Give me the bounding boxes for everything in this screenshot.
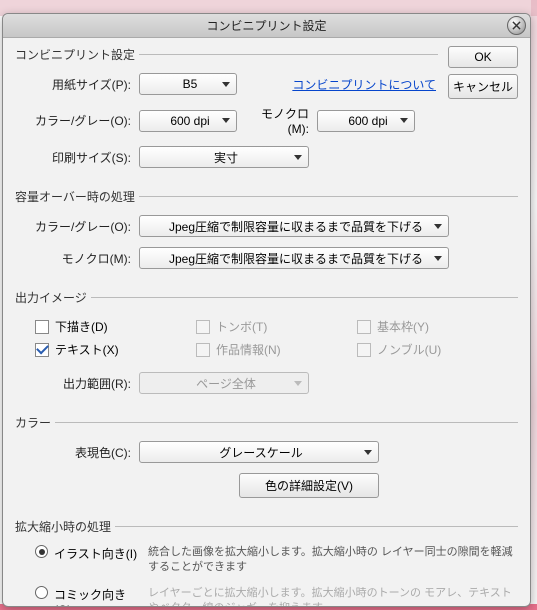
overflow-color-select[interactable]: Jpeg圧縮で制限容量に収まるまで品質を下げる xyxy=(139,215,449,237)
about-link[interactable]: コンビニプリントについて xyxy=(292,76,436,93)
draft-label: 下描き(D) xyxy=(55,318,108,335)
illust-radio[interactable] xyxy=(35,545,48,558)
chevron-down-icon xyxy=(364,450,372,455)
chevron-down-icon xyxy=(294,155,302,160)
dialog-title: コンビニプリント設定 xyxy=(206,17,326,34)
overflow-color-value: Jpeg圧縮で制限容量に収まるまで品質を下げる xyxy=(169,218,423,235)
text-checkbox[interactable] xyxy=(35,343,49,357)
illust-label: イラスト向き(I) xyxy=(48,545,140,562)
fieldset-main: コンビニプリント設定 用紙サイズ(P): B5 コンビニプリントについて カラー… xyxy=(15,46,438,178)
close-button[interactable] xyxy=(507,16,526,35)
ok-button[interactable]: OK xyxy=(448,46,518,68)
output-range-select: ページ全体 xyxy=(139,372,309,394)
legend-main: コンビニプリント設定 xyxy=(15,46,139,63)
draft-checkbox[interactable] xyxy=(35,320,49,334)
overflow-mono-label: モノクロ(M): xyxy=(15,250,139,267)
print-size-label: 印刷サイズ(S): xyxy=(15,149,139,166)
legend-color: カラー xyxy=(15,414,55,431)
paper-size-value: B5 xyxy=(183,77,198,91)
overflow-color-label: カラー/グレー(O): xyxy=(15,218,139,235)
color-gray-dpi-label: カラー/グレー(O): xyxy=(15,112,139,129)
chevron-down-icon xyxy=(222,118,230,123)
comic-label: コミック向き(O) xyxy=(48,586,140,606)
legend-output: 出力イメージ xyxy=(15,289,91,306)
mono-dpi-value: 600 dpi xyxy=(348,114,387,128)
info-label: 作品情報(N) xyxy=(216,341,281,358)
mono-dpi-label: モノクロ(M): xyxy=(257,105,317,136)
paper-size-label: 用紙サイズ(P): xyxy=(15,76,139,93)
overflow-mono-select[interactable]: Jpeg圧縮で制限容量に収まるまで品質を下げる xyxy=(139,247,449,269)
expr-color-select[interactable]: グレースケール xyxy=(139,441,379,463)
color-gray-dpi-value: 600 dpi xyxy=(170,114,209,128)
chevron-down-icon xyxy=(434,224,442,229)
illust-desc: 統合した画像を拡大縮小します。拡大縮小時の レイヤー同士の隙間を軽減することがで… xyxy=(148,545,518,576)
comic-radio[interactable] xyxy=(35,586,48,599)
fieldset-overflow: 容量オーバー時の処理 カラー/グレー(O): Jpeg圧縮で制限容量に収まるまで… xyxy=(15,188,518,279)
base-checkbox xyxy=(357,320,371,334)
legend-scale: 拡大縮小時の処理 xyxy=(15,518,115,535)
nombre-label: ノンブル(U) xyxy=(377,341,441,358)
color-detail-button[interactable]: 色の詳細設定(V) xyxy=(239,473,379,498)
expr-color-label: 表現色(C): xyxy=(15,444,139,461)
color-gray-dpi-select[interactable]: 600 dpi xyxy=(139,110,237,132)
base-label: 基本枠(Y) xyxy=(377,318,429,335)
text-label: テキスト(X) xyxy=(55,341,119,358)
fieldset-color: カラー 表現色(C): グレースケール 色の詳細設定(V) xyxy=(15,414,518,508)
overflow-mono-value: Jpeg圧縮で制限容量に収まるまで品質を下げる xyxy=(169,250,423,267)
print-size-select[interactable]: 実寸 xyxy=(139,146,309,168)
chevron-down-icon xyxy=(222,82,230,87)
mono-dpi-select[interactable]: 600 dpi xyxy=(317,110,415,132)
close-icon xyxy=(512,21,521,30)
dialog-window: コンビニプリント設定 OK キャンセル コンビニプリント設定 用紙サイズ(P):… xyxy=(2,13,531,607)
expr-color-value: グレースケール xyxy=(219,444,302,461)
output-range-label: 出力範囲(R): xyxy=(15,375,139,392)
fieldset-scale: 拡大縮小時の処理 イラスト向き(I) 統合した画像を拡大縮小します。拡大縮小時の… xyxy=(15,518,518,606)
paper-size-select[interactable]: B5 xyxy=(139,73,237,95)
comic-desc: レイヤーごとに拡大縮小します。拡大縮小時のトーンの モアレ、テキストやベクター線… xyxy=(148,586,518,606)
info-checkbox xyxy=(196,343,210,357)
nombre-checkbox xyxy=(357,343,371,357)
tombo-checkbox xyxy=(196,320,210,334)
chevron-down-icon xyxy=(294,381,302,386)
titlebar: コンビニプリント設定 xyxy=(3,14,530,38)
chevron-down-icon xyxy=(400,118,408,123)
print-size-value: 実寸 xyxy=(214,149,238,166)
legend-overflow: 容量オーバー時の処理 xyxy=(15,188,139,205)
chevron-down-icon xyxy=(434,256,442,261)
fieldset-output: 出力イメージ 下描き(D) テキスト(X) トンボ(T) xyxy=(15,289,518,404)
tombo-label: トンボ(T) xyxy=(216,318,267,335)
cancel-button[interactable]: キャンセル xyxy=(448,74,518,99)
output-range-value: ページ全体 xyxy=(196,375,256,392)
